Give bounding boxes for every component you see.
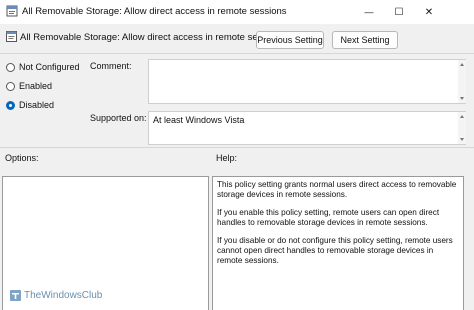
supported-scrollbar[interactable] — [458, 112, 466, 144]
thewindowsclub-logo-icon — [10, 290, 21, 301]
supported-on-value: At least Windows Vista — [153, 115, 245, 125]
section-divider — [0, 147, 474, 148]
next-setting-button[interactable]: Next Setting — [332, 31, 398, 49]
window-title: All Removable Storage: Allow direct acce… — [22, 6, 287, 17]
maximize-icon: ☐ — [394, 6, 404, 18]
radio-not-configured-circle[interactable] — [6, 62, 15, 72]
help-paragraph: This policy setting grants normal users … — [217, 180, 457, 199]
comment-scrollbar[interactable] — [458, 60, 466, 103]
options-label: Options: — [5, 153, 39, 163]
scroll-up-icon[interactable] — [460, 63, 464, 66]
policy-icon — [6, 5, 18, 17]
close-icon: ✕ — [424, 6, 434, 18]
watermark: TheWindowsClub — [10, 290, 102, 301]
scroll-down-icon[interactable] — [460, 138, 464, 141]
help-label: Help: — [216, 153, 238, 163]
watermark-text: TheWindowsClub — [24, 290, 103, 301]
minimize-icon: — — [364, 7, 374, 17]
supported-on-field: At least Windows Vista — [148, 111, 466, 145]
policy-name: All Removable Storage: Allow direct acce… — [20, 32, 285, 43]
radio-enabled-label: Enabled — [19, 81, 53, 91]
policy-icon — [6, 31, 17, 42]
radio-not-configured-label: Not Configured — [19, 62, 80, 72]
minimize-button[interactable]: — — [354, 0, 384, 24]
radio-enabled[interactable]: Enabled — [6, 81, 52, 91]
radio-enabled-circle[interactable] — [6, 81, 15, 91]
scroll-down-icon[interactable] — [460, 97, 464, 100]
radio-disabled-label: Disabled — [19, 100, 55, 110]
comment-label: Comment: — [90, 61, 132, 71]
scroll-up-icon[interactable] — [460, 115, 464, 118]
previous-setting-button[interactable]: Previous Setting — [256, 31, 324, 49]
radio-disabled-circle[interactable] — [6, 100, 15, 110]
radio-disabled[interactable]: Disabled — [6, 100, 54, 110]
help-paragraph: If you enable this policy setting, remot… — [217, 208, 440, 227]
help-pane: This policy setting grants normal users … — [212, 176, 464, 310]
comment-field[interactable] — [148, 59, 466, 104]
radio-not-configured[interactable]: Not Configured — [6, 62, 80, 72]
supported-on-label: Supported on: — [90, 113, 147, 123]
maximize-button[interactable]: ☐ — [384, 0, 414, 24]
close-button[interactable]: ✕ — [414, 0, 444, 24]
help-paragraph: If you disable or do not configure this … — [217, 236, 453, 265]
header-divider — [0, 53, 474, 54]
